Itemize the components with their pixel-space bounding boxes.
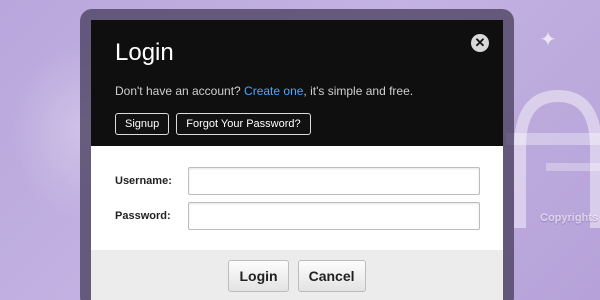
username-row: Username: xyxy=(115,166,481,196)
password-input[interactable] xyxy=(188,202,480,230)
forgot-password-button[interactable]: Forgot Your Password? xyxy=(176,113,311,135)
password-row: Password: xyxy=(115,201,481,231)
login-button[interactable]: Login xyxy=(228,260,289,292)
signup-button[interactable]: Signup xyxy=(115,113,170,135)
modal-title: Login xyxy=(115,39,174,66)
header-buttons: Signup Forgot Your Password? xyxy=(115,113,503,135)
signup-prompt: Don't have an account? Create one, it's … xyxy=(115,83,503,99)
signup-prompt-text: Don't have an account? xyxy=(115,84,245,98)
cancel-button[interactable]: Cancel xyxy=(297,260,366,292)
sparkle-icon: ✦ xyxy=(539,29,557,51)
username-input[interactable] xyxy=(188,167,480,195)
modal-header: Login ✕ Don't have an account? Create on… xyxy=(91,20,503,146)
signup-prompt-suffix: , it's simple and free. xyxy=(303,84,414,98)
background-copyright-text: Copyrights xyxy=(540,212,599,224)
modal-footer: Login Cancel xyxy=(91,250,503,300)
login-modal: Login ✕ Don't have an account? Create on… xyxy=(91,20,503,300)
password-label: Password: xyxy=(115,210,171,222)
background-lock-art xyxy=(506,89,600,228)
close-icon[interactable]: ✕ xyxy=(471,34,489,52)
create-account-link[interactable]: Create one xyxy=(244,84,303,98)
login-form: Username: Password: xyxy=(91,146,503,250)
username-label: Username: xyxy=(115,175,172,187)
